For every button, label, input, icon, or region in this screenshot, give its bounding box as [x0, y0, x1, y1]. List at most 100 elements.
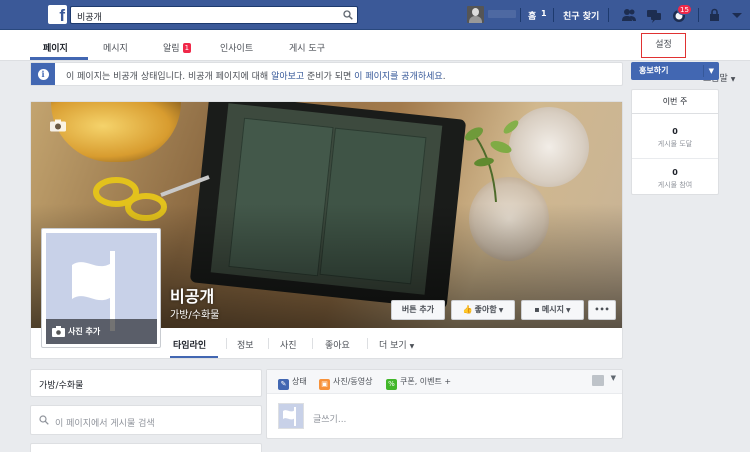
message-icon: ▪	[534, 305, 540, 314]
photo-video-action[interactable]: ▣ 사진/동영상	[319, 376, 373, 390]
divider	[703, 65, 704, 77]
divider	[226, 338, 227, 349]
message-label: 메시지	[541, 305, 564, 314]
post-engagement-label: 게시물 참여	[657, 181, 693, 189]
page-post-search[interactable]: 이 페이지에서 게시물 검색	[30, 405, 262, 435]
search-input[interactable]: 비공개	[70, 6, 358, 24]
post-reach-label: 게시물 도달	[657, 140, 693, 148]
post-composer: ✎ 상태 ▣ 사진/동영상 % 쿠폰, 이벤트 + ▼ 글쓰기...	[266, 369, 623, 439]
profile-name[interactable]	[488, 10, 516, 18]
more-chevron-icon: ▼	[409, 343, 415, 350]
tab-settings[interactable]: 설정	[641, 33, 686, 58]
promote-button[interactable]: 홍보하기 ▼	[631, 62, 719, 80]
like-label: 좋아함	[474, 305, 497, 314]
divider	[268, 338, 269, 349]
top-navigation-bar: f 비공개 홈 1 친구 찾기 15	[0, 0, 750, 30]
search-icon	[39, 415, 49, 425]
flag-icon	[283, 407, 296, 426]
divider	[632, 158, 718, 159]
subtab-timeline[interactable]: 타임라인	[173, 338, 206, 351]
post-engagement-stat[interactable]: 0 게시물 참여	[632, 168, 718, 190]
publish-page-link[interactable]: 이 페이지를 공개하세요	[354, 72, 443, 82]
notice-suffix: .	[442, 72, 446, 82]
thumbs-up-icon: 👍	[462, 305, 473, 314]
page-category[interactable]: 가방/수화물	[170, 306, 219, 321]
weekly-stats-panel: 이번 주 0 게시물 도달 0 게시물 참여	[631, 89, 719, 195]
message-chevron-icon: ▼	[565, 307, 571, 314]
tab-page[interactable]: 페이지	[43, 41, 68, 54]
category-text[interactable]: 가방/수화물	[39, 378, 83, 391]
divider	[520, 8, 521, 22]
coupon-event-label: 쿠폰, 이벤트 +	[400, 377, 452, 386]
page-category-box: 가방/수화물	[30, 369, 262, 397]
subtab-photos[interactable]: 사진	[280, 338, 297, 351]
subtab-likes[interactable]: 좋아요	[325, 338, 350, 351]
home-link[interactable]: 홈	[528, 9, 536, 22]
divider	[608, 8, 609, 22]
audience-icon[interactable]	[592, 375, 604, 386]
audience-chevron-icon[interactable]: ▼	[611, 374, 616, 382]
avatar[interactable]	[467, 6, 484, 23]
divider	[698, 8, 699, 22]
page-subtabs: 타임라인 정보 사진 좋아요 더 보기 ▼	[31, 328, 622, 358]
help-chevron-icon: ▼	[730, 76, 736, 83]
home-count: 1	[541, 9, 547, 18]
message-button[interactable]: ▪ 메시지 ▼	[521, 300, 584, 320]
divider	[553, 8, 554, 22]
weekly-stats-title: 이번 주	[632, 90, 718, 114]
promote-chevron-icon[interactable]: ▼	[709, 62, 714, 80]
like-button[interactable]: 👍 좋아함 ▼	[451, 300, 515, 320]
tab-alarm[interactable]: 알림 1	[163, 41, 192, 54]
camera-icon[interactable]	[50, 119, 66, 132]
post-reach-value: 0	[672, 127, 678, 136]
find-friends-link[interactable]: 친구 찾기	[563, 9, 599, 22]
account-menu-chevron-icon[interactable]	[729, 7, 745, 23]
tab-message[interactable]: 메시지	[103, 41, 128, 54]
post-search-placeholder[interactable]: 이 페이지에서 게시물 검색	[55, 416, 155, 429]
coupon-icon: %	[386, 379, 397, 390]
like-chevron-icon: ▼	[498, 307, 504, 314]
notice-prefix: 이 페이지는 비공개 상태입니다. 비공개 페이지에 대해	[66, 72, 272, 82]
add-button-button[interactable]: 버튼 추가	[391, 300, 445, 320]
info-icon: i	[31, 63, 55, 85]
composer-page-avatar	[278, 403, 304, 429]
tab-insights[interactable]: 인사이트	[220, 41, 253, 54]
status-action[interactable]: ✎ 상태	[278, 376, 307, 390]
composer-input[interactable]: 글쓰기...	[313, 412, 346, 425]
search-value[interactable]: 비공개	[77, 10, 102, 23]
tab-active-indicator	[30, 57, 88, 60]
composer-actions: ✎ 상태 ▣ 사진/동영상 % 쿠폰, 이벤트 + ▼	[267, 370, 622, 394]
facebook-logo[interactable]: f	[48, 5, 67, 24]
coupon-event-action[interactable]: % 쿠폰, 이벤트 +	[386, 376, 451, 390]
page-name[interactable]: 비공개	[170, 283, 214, 307]
tab-publishing-tools[interactable]: 게시 도구	[289, 41, 325, 54]
page-admin-tabs: 페이지 메시지 알림1 인사이트 게시 도구 도움말 ▼	[0, 30, 750, 84]
notice-text: 이 페이지는 비공개 상태입니다. 비공개 페이지에 대해 알아보고 준비가 되…	[66, 69, 446, 82]
unpublished-notice: i 이 페이지는 비공개 상태입니다. 비공개 페이지에 대해 알아보고 준비가…	[30, 62, 623, 86]
photo-video-label: 사진/동영상	[333, 377, 373, 386]
alarm-badge: 1	[182, 43, 192, 53]
promote-label: 홍보하기	[639, 66, 669, 75]
page-header-card: 비공개 가방/수화물 버튼 추가 👍 좋아함 ▼ ▪ 메시지 ▼ ••• 사진 추가 타…	[30, 101, 623, 359]
divider	[367, 338, 368, 349]
notification-badge: 15	[677, 4, 692, 15]
privacy-lock-icon[interactable]	[707, 7, 723, 23]
divider	[312, 338, 313, 349]
messages-icon[interactable]	[646, 7, 662, 23]
left-column-card	[30, 443, 262, 452]
pencil-icon: ✎	[278, 379, 289, 390]
post-engagement-value: 0	[672, 168, 678, 177]
subtab-more[interactable]: 더 보기 ▼	[379, 338, 414, 351]
more-options-button[interactable]: •••	[588, 300, 616, 320]
search-icon[interactable]	[343, 10, 353, 20]
subtab-active-indicator	[170, 356, 218, 358]
tab-alarm-label: 알림	[163, 44, 180, 54]
post-reach-stat[interactable]: 0 게시물 도달	[632, 127, 718, 149]
learn-more-link[interactable]: 알아보고	[271, 72, 304, 82]
subtab-more-label: 더 보기	[379, 341, 407, 351]
photo-icon: ▣	[319, 379, 330, 390]
status-label: 상태	[292, 377, 307, 386]
friend-requests-icon[interactable]	[621, 7, 637, 23]
subtab-info[interactable]: 정보	[237, 338, 254, 351]
notice-middle: 준비가 되면	[304, 72, 355, 82]
